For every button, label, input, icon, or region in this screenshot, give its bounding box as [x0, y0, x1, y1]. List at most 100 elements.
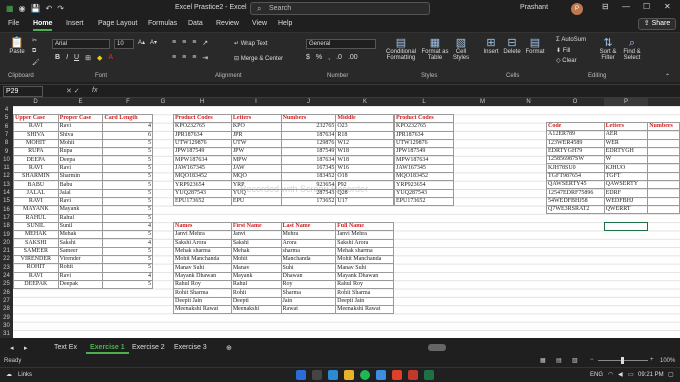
cell[interactable]: Rahul Roy — [335, 280, 394, 290]
cancel-check-icons[interactable]: ✕ ✓ — [66, 87, 80, 95]
column-header[interactable]: O — [546, 98, 604, 106]
recorder-icon[interactable] — [408, 370, 418, 380]
row-header[interactable]: 20 — [0, 239, 13, 247]
search-taskbar-icon[interactable] — [312, 370, 322, 380]
decrease-font-icon[interactable]: A▾ — [150, 39, 157, 46]
row-header[interactable]: 14 — [0, 189, 13, 197]
cell[interactable]: Deepti — [230, 296, 282, 306]
cell[interactable]: Manav Suhi — [173, 263, 232, 273]
tab-formulas[interactable]: Formulas — [148, 20, 177, 27]
edge-icon[interactable] — [328, 370, 338, 380]
cell[interactable]: Mayank — [230, 271, 282, 282]
worksheet-grid[interactable]: D E F G H I J K L M N O P 4 5 6 7 8 9 10 11 12 13… — [0, 98, 680, 338]
cell[interactable]: 173652 — [280, 196, 337, 207]
cell[interactable]: Babu — [57, 180, 104, 190]
tab-help[interactable]: Help — [278, 20, 292, 27]
tab-home[interactable]: Home — [33, 20, 53, 31]
column-header[interactable]: G — [153, 98, 173, 106]
copy-icon[interactable]: ⧉ — [32, 48, 36, 55]
cell[interactable]: Roy — [280, 280, 337, 290]
cell[interactable]: WER — [603, 138, 649, 148]
align-bottom-icon[interactable]: ≡ — [192, 39, 196, 47]
cell[interactable]: O18 — [335, 172, 394, 182]
volume-icon[interactable]: ◀ — [618, 371, 623, 378]
cell[interactable] — [647, 138, 680, 148]
cell[interactable]: 183452 — [280, 172, 337, 182]
autosum-button[interactable]: Σ AutoSum — [556, 37, 586, 43]
user-name[interactable]: Prashant — [520, 4, 548, 11]
cell[interactable]: MPW187634 — [394, 155, 454, 165]
cell[interactable]: Mehak sharma — [335, 246, 394, 257]
header-cell[interactable]: Code — [546, 121, 605, 132]
align-top-icon[interactable]: ≡ — [172, 39, 176, 47]
align-middle-icon[interactable]: ≡ — [182, 39, 186, 47]
row-header[interactable]: 17 — [0, 214, 13, 222]
cell[interactable]: Rawat — [280, 304, 337, 315]
insert-function-button[interactable]: fx — [92, 87, 97, 94]
cell[interactable]: Mohit Manchanda — [173, 255, 232, 265]
cell[interactable]: Deepti Jain — [173, 296, 232, 306]
cell[interactable]: ROHIT — [13, 263, 59, 273]
formula-input[interactable] — [102, 86, 677, 97]
bold-icon[interactable]: B — [55, 54, 60, 62]
cell[interactable]: Rahul — [230, 280, 282, 290]
column-header[interactable]: M — [454, 98, 511, 106]
column-header[interactable]: L — [394, 98, 454, 106]
row-header[interactable]: 23 — [0, 264, 13, 272]
cell[interactable]: 4 — [102, 271, 153, 281]
header-cell[interactable]: Product Codes — [394, 113, 454, 124]
cell[interactable]: Mohit — [230, 255, 282, 265]
cell[interactable]: Sakshi Arora — [335, 238, 394, 248]
wrap-text-button[interactable]: ↵ Wrap Text — [234, 40, 268, 47]
cell[interactable]: Mehra — [280, 230, 337, 240]
cell[interactable]: QAWSERTY — [603, 180, 649, 190]
font-color-icon[interactable]: A — [108, 54, 113, 62]
align-left-icon[interactable]: ≡ — [172, 54, 176, 62]
cell[interactable]: VIRENDER — [13, 255, 59, 265]
row-header[interactable]: 25 — [0, 280, 13, 288]
cell[interactable]: RUPA — [13, 147, 59, 157]
row-header[interactable]: 7 — [0, 131, 13, 139]
language-indicator[interactable]: ENG — [590, 372, 603, 378]
row-header[interactable]: 22 — [0, 255, 13, 263]
cell[interactable]: Deepti Jain — [335, 296, 394, 306]
number-format-select[interactable]: General — [306, 39, 376, 49]
row-header[interactable]: 27 — [0, 297, 13, 305]
cell[interactable]: JPW — [230, 147, 282, 157]
cell[interactable]: Dhawan — [280, 271, 337, 282]
align-right-icon[interactable]: ≡ — [192, 54, 196, 62]
notifications-icon[interactable]: ▢ — [668, 371, 674, 378]
cell[interactable]: Mayank Dhawan — [173, 271, 232, 282]
cell[interactable]: Virender — [57, 255, 104, 265]
collapse-ribbon-icon[interactable]: ⌃ — [665, 73, 670, 80]
minimize-button[interactable]: — — [622, 2, 630, 11]
cell[interactable]: YUQ287543 — [394, 188, 454, 198]
cell[interactable]: JAW — [230, 163, 282, 174]
cell[interactable]: 5 — [102, 279, 153, 290]
underline-icon[interactable]: U — [74, 54, 79, 62]
cell[interactable]: 5 — [102, 172, 153, 182]
zoom-slider-thumb[interactable] — [621, 357, 624, 364]
cell[interactable]: Meenakshi — [230, 304, 282, 315]
cell[interactable]: KJHUO — [603, 163, 649, 173]
header-cell[interactable]: Last Name — [280, 221, 337, 232]
row-header[interactable]: 21 — [0, 247, 13, 255]
cell[interactable]: 6 — [102, 130, 153, 140]
cell[interactable]: Ravi — [57, 122, 104, 132]
clear-button[interactable]: ◇ Clear — [556, 57, 577, 64]
increase-font-icon[interactable]: A▴ — [138, 39, 145, 46]
column-header[interactable]: H — [173, 98, 231, 106]
fill-button[interactable]: ⬇ Fill — [556, 47, 570, 54]
cell[interactable]: 5 — [102, 205, 153, 215]
column-header[interactable]: N — [511, 98, 546, 106]
cell[interactable]: QWERRT — [603, 204, 649, 215]
excel-taskbar-icon[interactable] — [424, 370, 434, 380]
cell[interactable]: Rohit Sharma — [335, 288, 394, 298]
column-header[interactable]: F — [103, 98, 153, 106]
zoom-out-icon[interactable]: − — [590, 357, 594, 363]
row-header[interactable]: 4 — [0, 106, 13, 114]
indent-icon[interactable]: ⇥ — [202, 54, 208, 62]
cell[interactable]: 4 — [102, 221, 153, 232]
autosave-toggle-icon[interactable]: ◉ — [19, 4, 26, 13]
cell[interactable]: SUNIL — [13, 221, 59, 232]
